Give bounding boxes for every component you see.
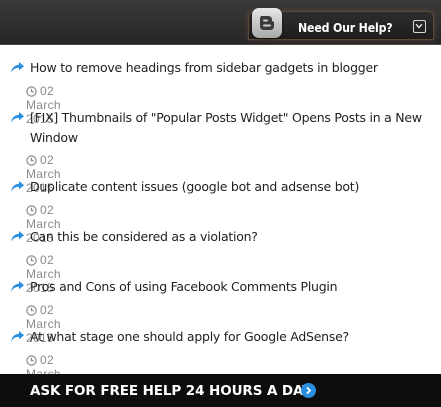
clock-icon: [26, 305, 37, 316]
clock-icon: [26, 205, 37, 216]
post-title-line-2[interactable]: Window: [30, 130, 78, 145]
reply-arrow-icon: [10, 280, 25, 298]
post-title-line-1[interactable]: [FIX] Thumbnails of "Popular Posts Widge…: [30, 110, 422, 125]
post-title-link[interactable]: [FIX] Thumbnails of "Popular Posts Widge…: [30, 108, 425, 148]
help-label[interactable]: Need Our Help?: [298, 20, 393, 35]
reply-arrow-icon: [10, 180, 25, 198]
clock-icon: [26, 255, 37, 266]
top-bar: Need Our Help?: [0, 0, 441, 45]
post-title-link[interactable]: How to remove headings from sidebar gadg…: [30, 58, 425, 78]
reply-arrow-icon: [10, 111, 25, 129]
footer-bar[interactable]: ASK FOR FREE HELP 24 HOURS A DAY: [0, 374, 441, 407]
clock-icon: [26, 355, 37, 366]
clock-icon: [26, 155, 37, 166]
reply-arrow-icon: [10, 61, 25, 79]
post-title-link[interactable]: Duplicate content issues (google bot and…: [30, 177, 425, 197]
reply-arrow-icon: [10, 230, 25, 248]
chevron-down-icon[interactable]: [413, 20, 426, 33]
post-title-link[interactable]: At what stage one should apply for Googl…: [30, 327, 425, 347]
arrow-right-circle-icon[interactable]: [301, 383, 316, 398]
post-title-link[interactable]: Pros and Cons of using Facebook Comments…: [30, 277, 425, 297]
clock-icon: [26, 86, 37, 97]
footer-cta-label[interactable]: ASK FOR FREE HELP 24 HOURS A DAY: [30, 383, 312, 399]
post-title-link[interactable]: Can this be considered as a violation?: [30, 227, 425, 247]
blogger-logo-icon: [252, 8, 282, 38]
reply-arrow-icon: [10, 330, 25, 348]
